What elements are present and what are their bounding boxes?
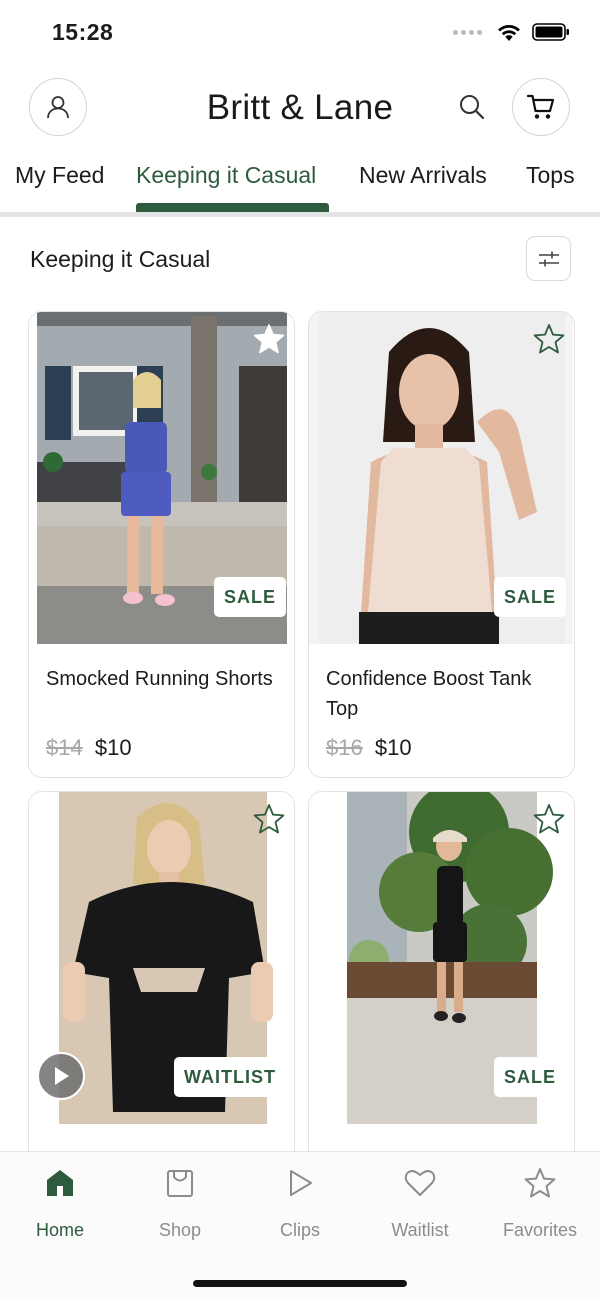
nav-label: Favorites (502, 1220, 578, 1240)
wifi-icon (498, 24, 520, 41)
nav-waitlist[interactable]: Waitlist (370, 1166, 470, 1241)
original-price: $14 (46, 735, 83, 760)
product-name[interactable]: Smocked Running Shorts (46, 664, 281, 694)
nav-favorites[interactable]: Favorites (490, 1166, 590, 1241)
play-icon (55, 1067, 69, 1085)
play-video-button[interactable] (37, 1052, 85, 1100)
category-tabs: My Feed Keeping it Casual New Arrivals T… (0, 160, 600, 217)
tab-keeping-it-casual[interactable]: Keeping it Casual (136, 162, 316, 189)
original-price: $16 (326, 735, 363, 760)
status-icons (453, 22, 570, 42)
product-card[interactable]: SALE Confidence Boost Tank Top $16 $10 (308, 311, 575, 778)
sliders-icon (538, 251, 559, 266)
bottom-nav: Home Shop Clips Waitlist Favorites (0, 1151, 600, 1299)
brand-title: Britt & Lane (206, 88, 394, 127)
app-header: Britt & Lane (0, 78, 600, 138)
search-button[interactable] (455, 90, 489, 124)
product-card[interactable]: SALE Smocked Running Shorts $14 $10 (28, 311, 295, 778)
status-bar: 15:28 (0, 0, 600, 66)
nav-label: Waitlist (391, 1220, 449, 1240)
cellular-dots-icon (453, 29, 482, 35)
nav-label: Clips (279, 1220, 320, 1240)
star-icon[interactable] (252, 322, 286, 356)
nav-shop[interactable]: Shop (130, 1166, 230, 1241)
price-row: $14 $10 (46, 735, 132, 761)
status-time: 15:28 (52, 19, 114, 45)
tab-my-feed[interactable]: My Feed (15, 162, 104, 189)
star-icon[interactable] (532, 802, 566, 836)
cart-icon (526, 94, 555, 119)
nav-home[interactable]: Home (10, 1166, 110, 1241)
waitlist-badge: WAITLIST (174, 1057, 286, 1097)
price-row: $16 $10 (326, 735, 412, 761)
shopping-bag-icon (167, 1170, 193, 1197)
sale-badge: SALE (213, 577, 286, 617)
nav-label: Home (35, 1220, 84, 1240)
product-name[interactable]: Confidence Boost Tank Top (326, 664, 561, 724)
nav-label: Shop (158, 1220, 202, 1240)
star-icon (524, 1168, 556, 1198)
sale-price: $10 (94, 735, 132, 760)
sale-price: $10 (374, 735, 412, 760)
play-icon (290, 1170, 312, 1196)
sale-badge: SALE (493, 577, 566, 617)
home-icon (47, 1170, 73, 1196)
tab-tops[interactable]: Tops (526, 162, 575, 189)
search-icon (460, 95, 485, 120)
filter-button[interactable] (526, 236, 571, 281)
product-card[interactable]: SALE (308, 791, 575, 1191)
home-indicator (193, 1280, 407, 1287)
active-tab-indicator (136, 203, 329, 212)
battery-icon (532, 23, 569, 41)
tab-new-arrivals[interactable]: New Arrivals (359, 162, 487, 189)
star-icon[interactable] (252, 802, 286, 836)
product-card[interactable]: WAITLIST (28, 791, 295, 1191)
cart-button[interactable] (512, 78, 570, 136)
section-title: Keeping it Casual (30, 246, 211, 272)
tabs-divider (0, 212, 600, 217)
nav-clips[interactable]: Clips (250, 1166, 350, 1241)
sale-badge: SALE (493, 1057, 566, 1097)
heart-icon (404, 1170, 436, 1196)
star-icon[interactable] (532, 322, 566, 356)
